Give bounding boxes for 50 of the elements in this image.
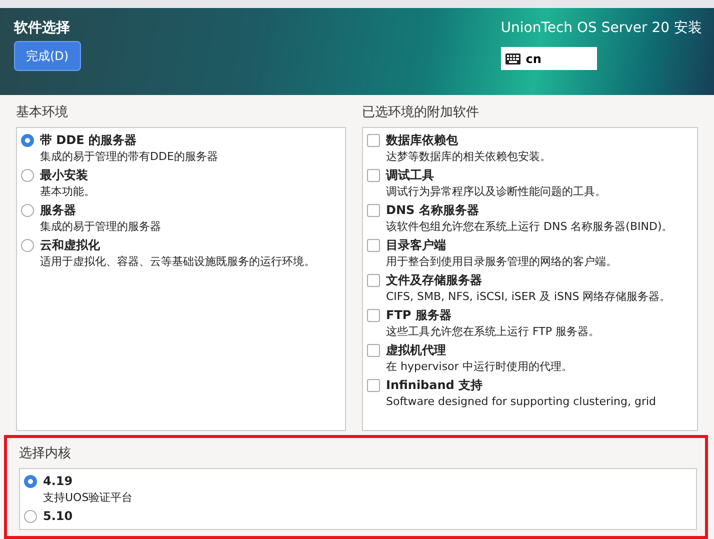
product-title: UnionTech OS Server 20 安装 xyxy=(500,19,702,38)
option-description: 支持UOS验证平台 xyxy=(43,490,133,506)
option-title[interactable]: 目录客户端 xyxy=(386,236,617,254)
option-title[interactable]: 5.10 xyxy=(43,508,73,524)
option-description: 基本功能。 xyxy=(40,184,95,200)
option-title[interactable]: 最小安装 xyxy=(40,166,95,184)
option-title[interactable]: DNS 名称服务器 xyxy=(386,202,673,218)
keyboard-icon xyxy=(504,52,521,64)
radio-button[interactable] xyxy=(21,238,34,252)
option-title[interactable]: 文件及存储服务器 xyxy=(386,272,671,288)
keyboard-layout-label: cn xyxy=(526,50,542,68)
option-title[interactable]: 4.19 xyxy=(43,472,133,490)
radio-button[interactable] xyxy=(21,134,34,146)
option-description: 在 hypervisor 中运行时使用的代理。 xyxy=(386,358,572,374)
option-description: 达梦等数据库的相关依赖包安装。 xyxy=(386,148,551,164)
page-title: 软件选择 xyxy=(14,19,70,38)
checkbox[interactable] xyxy=(367,308,380,322)
option-description: 集成的易于管理的带有DDE的服务器 xyxy=(40,148,218,164)
option-title[interactable]: 数据库依赖包 xyxy=(386,132,551,148)
checkbox[interactable] xyxy=(367,134,380,146)
radio-button[interactable] xyxy=(21,168,34,182)
option-description: Software designed for supporting clustering, grid xyxy=(386,394,656,410)
option-title[interactable]: 带 DDE 的服务器 xyxy=(40,132,218,148)
section-heading: 基本环境 xyxy=(16,104,69,122)
option-description: 适用于虚拟化、容器、云等基础设施既服务的运行环境。 xyxy=(40,254,315,270)
checkbox[interactable] xyxy=(367,344,380,356)
section-heading: 选择内核 xyxy=(19,445,72,463)
section-heading: 已选环境的附加软件 xyxy=(362,104,480,122)
checkbox[interactable] xyxy=(367,168,380,182)
option-description: 用于整合到使用目录服务管理的网络的客户端。 xyxy=(386,254,617,270)
option-description: CIFS, SMB, NFS, iSCSI, iSER 及 iSNS 网络存储服务器。 xyxy=(386,288,671,304)
option-title[interactable]: 虚拟机代理 xyxy=(386,342,572,358)
done-button[interactable]: 完成(D) xyxy=(14,41,81,71)
option-title[interactable]: 调试工具 xyxy=(386,166,606,184)
option-description: 这些工具允许您在系统上运行 FTP 服务器。 xyxy=(386,324,600,340)
option-description: 该软件包组允许您在系统上运行 DNS 名称服务器(BIND)。 xyxy=(386,218,673,234)
option-title[interactable]: FTP 服务器 xyxy=(386,306,600,324)
checkbox[interactable] xyxy=(367,238,380,252)
radio-button[interactable] xyxy=(24,510,37,522)
option-title[interactable]: 服务器 xyxy=(40,202,161,218)
option-description: 调试行为异常程序以及诊断性能问题的工具。 xyxy=(386,184,606,200)
checkbox[interactable] xyxy=(367,274,380,286)
radio-button[interactable] xyxy=(21,204,34,216)
checkbox[interactable] xyxy=(367,378,380,392)
option-description: 集成的易于管理的服务器 xyxy=(40,218,161,234)
checkbox[interactable] xyxy=(367,204,380,216)
option-title[interactable]: 云和虚拟化 xyxy=(40,236,315,254)
keyboard-layout-indicator[interactable]: cn xyxy=(500,47,597,70)
option-title[interactable]: Infiniband 支持 xyxy=(386,376,656,394)
radio-button[interactable] xyxy=(24,474,37,488)
